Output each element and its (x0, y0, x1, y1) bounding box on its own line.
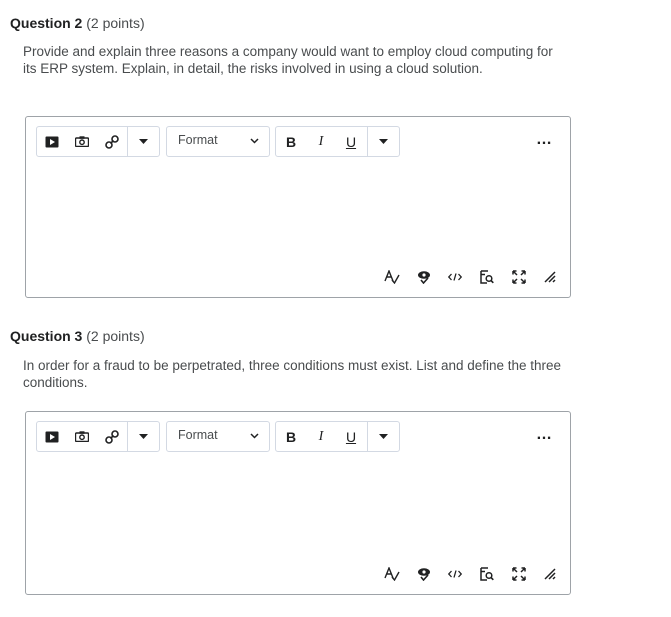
chevron-down-icon (250, 428, 259, 439)
resize-handle[interactable] (540, 268, 560, 286)
text-style-more-dropdown[interactable] (368, 127, 399, 156)
source-code-button[interactable] (445, 268, 465, 286)
editor-footer-tools (382, 565, 562, 583)
accessibility-checker-button[interactable] (414, 565, 434, 583)
bold-button[interactable]: B (276, 127, 306, 156)
insert-toolbar-group (36, 421, 160, 452)
bold-button[interactable]: B (276, 422, 306, 451)
accessibility-icon (417, 270, 431, 284)
preview-button[interactable] (477, 565, 497, 583)
insert-more-dropdown[interactable] (128, 422, 159, 451)
text-style-toolbar-group: B I U (275, 421, 400, 452)
video-icon (45, 431, 59, 443)
fullscreen-icon (512, 567, 526, 581)
resize-handle-icon (543, 270, 557, 284)
question-2-text: Provide and explain three reasons a comp… (23, 44, 553, 76)
preview-icon (480, 270, 494, 284)
fullscreen-icon (512, 270, 526, 284)
insert-image-button[interactable] (66, 127, 97, 156)
source-code-icon (448, 570, 462, 578)
link-icon (105, 429, 119, 444)
format-select[interactable]: Format (166, 126, 270, 157)
text-style-toolbar-group: B I U (275, 126, 400, 157)
insert-toolbar-group (36, 126, 160, 157)
insert-image-button[interactable] (66, 422, 97, 451)
camera-icon (74, 136, 89, 147)
chevron-down-icon (250, 133, 259, 144)
more-options-button[interactable]: … (536, 426, 552, 444)
insert-link-button[interactable] (97, 422, 127, 451)
question-title: Question 2 (10, 15, 83, 31)
question-title: Question 3 (10, 328, 83, 344)
resize-handle-icon (543, 567, 557, 581)
accessibility-icon (417, 567, 431, 581)
question-points: (2 points) (86, 328, 145, 344)
question-3-text: In order for a fraud to be perpetrated, … (23, 358, 562, 390)
insert-more-dropdown[interactable] (128, 127, 159, 156)
text-style-more-dropdown[interactable] (368, 422, 399, 451)
caret-down-icon (139, 139, 148, 144)
format-select[interactable]: Format (166, 421, 270, 452)
caret-down-icon (379, 139, 388, 144)
resize-handle[interactable] (540, 565, 560, 583)
accessibility-checker-button[interactable] (414, 268, 434, 286)
format-select-label: Format (178, 428, 218, 442)
caret-down-icon (379, 434, 388, 439)
more-options-button[interactable]: … (536, 131, 552, 149)
question-3-heading: Question 3 (2 points) (10, 328, 145, 344)
preview-icon (480, 567, 494, 581)
question-points: (2 points) (86, 15, 145, 31)
underline-button[interactable]: U (336, 127, 366, 156)
caret-down-icon (139, 434, 148, 439)
fullscreen-button[interactable] (509, 268, 529, 286)
source-code-icon (448, 273, 462, 281)
preview-button[interactable] (477, 268, 497, 286)
insert-link-button[interactable] (97, 127, 127, 156)
fullscreen-button[interactable] (509, 565, 529, 583)
answer-editor-q3[interactable]: Format B I U … (25, 411, 571, 595)
question-2-heading: Question 2 (2 points) (10, 15, 145, 31)
italic-button[interactable]: I (306, 127, 336, 156)
editor-footer-tools (382, 268, 562, 286)
format-select-label: Format (178, 133, 218, 147)
link-icon (105, 134, 119, 149)
insert-media-button[interactable] (37, 127, 66, 156)
insert-media-button[interactable] (37, 422, 66, 451)
spellcheck-icon (384, 567, 400, 581)
spellcheck-icon (384, 270, 400, 284)
source-code-button[interactable] (445, 565, 465, 583)
answer-editor-q2[interactable]: Format B I U … (25, 116, 571, 298)
underline-button[interactable]: U (336, 422, 366, 451)
spellcheck-button[interactable] (382, 565, 402, 583)
italic-button[interactable]: I (306, 422, 336, 451)
video-icon (45, 136, 59, 148)
spellcheck-button[interactable] (382, 268, 402, 286)
camera-icon (74, 431, 89, 442)
